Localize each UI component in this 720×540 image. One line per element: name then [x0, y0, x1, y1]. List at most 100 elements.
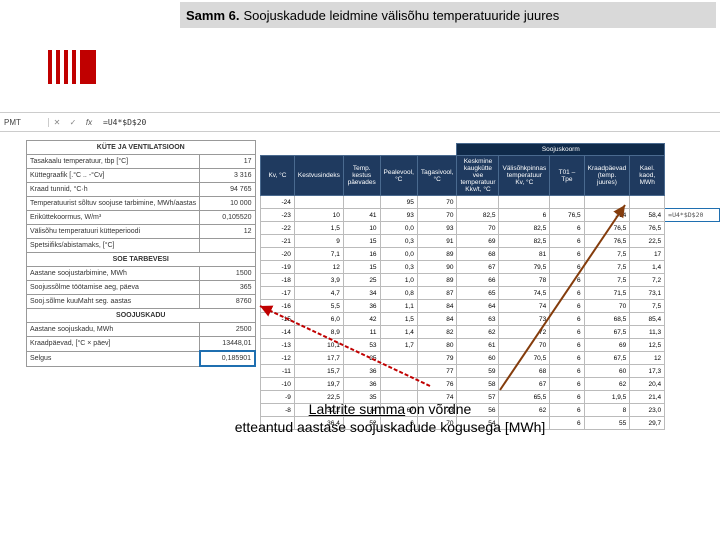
- cell[interactable]: 79,5: [499, 261, 550, 274]
- cell[interactable]: 68: [457, 248, 499, 261]
- cell[interactable]: -17: [261, 287, 295, 300]
- cell[interactable]: 5,5: [294, 300, 343, 313]
- cell[interactable]: 76,5: [630, 222, 665, 235]
- cell-formula[interactable]: [665, 391, 720, 404]
- cell[interactable]: 6,0: [294, 313, 343, 326]
- row-value[interactable]: 10 000: [200, 197, 255, 211]
- cell[interactable]: 0,3: [380, 261, 417, 274]
- cell[interactable]: 3,9: [294, 274, 343, 287]
- cell[interactable]: 12: [294, 261, 343, 274]
- cell[interactable]: 19,7: [294, 378, 343, 391]
- cell[interactable]: 89: [417, 248, 457, 261]
- cell-formula[interactable]: [665, 196, 720, 209]
- cell[interactable]: 6: [550, 274, 584, 287]
- cell[interactable]: 82,5: [499, 235, 550, 248]
- cell[interactable]: 1,4: [630, 261, 665, 274]
- cell[interactable]: 7,5: [584, 261, 630, 274]
- cell[interactable]: 90: [417, 261, 457, 274]
- cell[interactable]: 58,4: [630, 209, 665, 222]
- cell-formula[interactable]: [665, 365, 720, 378]
- cell[interactable]: 72: [499, 326, 550, 339]
- cell[interactable]: 6: [550, 339, 584, 352]
- cell[interactable]: 7,1: [294, 248, 343, 261]
- cell[interactable]: 0,0: [380, 248, 417, 261]
- row-value[interactable]: 13448,01: [200, 337, 255, 352]
- cell[interactable]: 8,9: [294, 326, 343, 339]
- cell[interactable]: 87: [417, 287, 457, 300]
- cell[interactable]: 7,2: [630, 274, 665, 287]
- cell[interactable]: 64: [457, 300, 499, 313]
- cell[interactable]: -10: [261, 378, 295, 391]
- cell[interactable]: 81: [499, 248, 550, 261]
- row-label[interactable]: Välisõhu temperatuuri kütteperioodi: [27, 225, 200, 239]
- cell[interactable]: 6: [550, 313, 584, 326]
- cell[interactable]: [550, 196, 584, 209]
- cell[interactable]: 10,1: [294, 339, 343, 352]
- cell[interactable]: 36: [343, 378, 380, 391]
- cell[interactable]: 36: [343, 365, 380, 378]
- cell[interactable]: 66: [457, 274, 499, 287]
- cell[interactable]: -21: [261, 235, 295, 248]
- cell[interactable]: 9: [294, 235, 343, 248]
- cell[interactable]: -16: [261, 300, 295, 313]
- cell[interactable]: 74,5: [499, 287, 550, 300]
- cell[interactable]: 7,5: [584, 248, 630, 261]
- cell[interactable]: 0,0: [380, 222, 417, 235]
- cell[interactable]: 7,5: [584, 274, 630, 287]
- cell[interactable]: [457, 196, 499, 209]
- row-value-selected[interactable]: 0,185901: [200, 351, 255, 366]
- cell[interactable]: -22: [261, 222, 295, 235]
- cell-formula[interactable]: [665, 313, 720, 326]
- cell[interactable]: 79: [417, 352, 457, 365]
- cell[interactable]: 82: [417, 326, 457, 339]
- cell[interactable]: 6: [499, 209, 550, 222]
- cell[interactable]: 25: [343, 352, 380, 365]
- cell-formula[interactable]: [665, 235, 720, 248]
- row-label[interactable]: Spetsiifiks/abistamaks, [°C]: [27, 239, 200, 253]
- cell[interactable]: 68: [499, 365, 550, 378]
- row-value[interactable]: 12: [200, 225, 255, 239]
- cell[interactable]: 10: [343, 222, 380, 235]
- row-label[interactable]: Kraad tunnid, °C·h: [27, 183, 200, 197]
- cell[interactable]: 6: [550, 378, 584, 391]
- cell[interactable]: 84: [417, 313, 457, 326]
- cell-formula[interactable]: [665, 300, 720, 313]
- cell[interactable]: 22,5: [630, 235, 665, 248]
- cell[interactable]: 10: [294, 209, 343, 222]
- cell[interactable]: -12: [261, 352, 295, 365]
- cell[interactable]: [499, 196, 550, 209]
- row-label[interactable]: Eriküttekoormus, W/m³: [27, 211, 200, 225]
- cell-formula[interactable]: [665, 326, 720, 339]
- cell[interactable]: 16: [343, 248, 380, 261]
- cell[interactable]: [380, 365, 417, 378]
- cell[interactable]: -14: [261, 326, 295, 339]
- cell-formula[interactable]: [665, 404, 720, 417]
- row-label[interactable]: Tasakaalu temperatuur, tbp [°C]: [27, 155, 200, 169]
- cell[interactable]: 17,7: [294, 352, 343, 365]
- row-value[interactable]: 94 765: [200, 183, 255, 197]
- cell[interactable]: -18: [261, 274, 295, 287]
- cell[interactable]: 70: [417, 196, 457, 209]
- cell[interactable]: 6: [550, 326, 584, 339]
- cell[interactable]: -19: [261, 261, 295, 274]
- formula-input[interactable]: =U4*$D$20: [97, 118, 720, 127]
- cell[interactable]: [584, 196, 630, 209]
- row-label[interactable]: Selgus: [27, 351, 200, 366]
- cell[interactable]: 93: [380, 209, 417, 222]
- cell[interactable]: 1,1: [380, 300, 417, 313]
- cell[interactable]: -11: [261, 365, 295, 378]
- cell[interactable]: 15: [343, 235, 380, 248]
- cell[interactable]: 76,5: [584, 235, 630, 248]
- cell-formula[interactable]: [665, 352, 720, 365]
- cell[interactable]: 21,4: [630, 391, 665, 404]
- cell[interactable]: 60: [584, 365, 630, 378]
- cell[interactable]: 6: [550, 248, 584, 261]
- cell[interactable]: 6: [550, 300, 584, 313]
- cell[interactable]: 314: [584, 209, 630, 222]
- cell[interactable]: 15,7: [294, 365, 343, 378]
- cell[interactable]: 62: [584, 378, 630, 391]
- cell[interactable]: 63: [457, 313, 499, 326]
- row-value[interactable]: 0,105520: [200, 211, 255, 225]
- cell[interactable]: 67,5: [584, 352, 630, 365]
- cell[interactable]: 67: [457, 261, 499, 274]
